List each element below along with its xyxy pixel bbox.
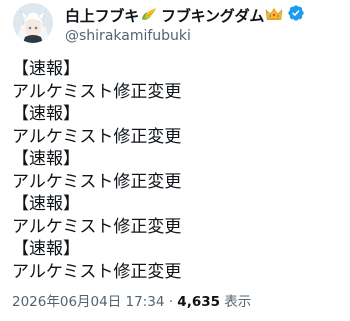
- tweet-text-line: 【速報】: [12, 149, 80, 169]
- tweet-text-line: アルケミスト修正変更: [12, 261, 182, 282]
- views-label: 表示: [220, 294, 252, 310]
- author-name-row: 白上フブキ フブキングダム: [65, 5, 340, 25]
- tweet: 白上フブキ フブキングダム @shirakamifubuki 【速報】 アルケミ…: [0, 0, 350, 321]
- tweet-timestamp[interactable]: 2026年06月04日 17:34: [12, 294, 164, 310]
- corn-emoji-icon: [140, 6, 160, 25]
- meta-separator: ·: [164, 294, 178, 310]
- tweet-text-line: アルケミスト修正変更: [12, 81, 182, 102]
- author-handle[interactable]: @shirakamifubuki: [65, 28, 340, 44]
- tweet-meta: 2026年06月04日 17:34 · 4,635 表示: [12, 290, 251, 310]
- author-name-part1[interactable]: 白上フブキ: [65, 5, 139, 26]
- author-name-part2[interactable]: フブキングダム: [161, 5, 264, 26]
- tweet-text-line: 【速報】: [12, 194, 80, 214]
- tweet-text-line: 【速報】: [12, 104, 80, 124]
- verified-badge-icon[interactable]: [287, 4, 305, 26]
- tweet-text-line: アルケミスト修正変更: [12, 171, 182, 192]
- avatar[interactable]: [13, 3, 53, 43]
- tweet-text-line: 【速報】: [12, 239, 80, 259]
- crown-emoji-icon: [265, 6, 283, 25]
- tweet-text-line: 【速報】: [12, 59, 80, 79]
- avatar-image: [13, 3, 53, 43]
- tweet-text-line: アルケミスト修正変更: [12, 216, 182, 237]
- tweet-text: 【速報】 アルケミスト修正変更 【速報】 アルケミスト修正変更 【速報】 アルケ…: [12, 58, 342, 283]
- views-count[interactable]: 4,635: [177, 294, 220, 310]
- tweet-header: 白上フブキ フブキングダム @shirakamifubuki: [65, 5, 340, 44]
- tweet-text-line: アルケミスト修正変更: [12, 126, 182, 147]
